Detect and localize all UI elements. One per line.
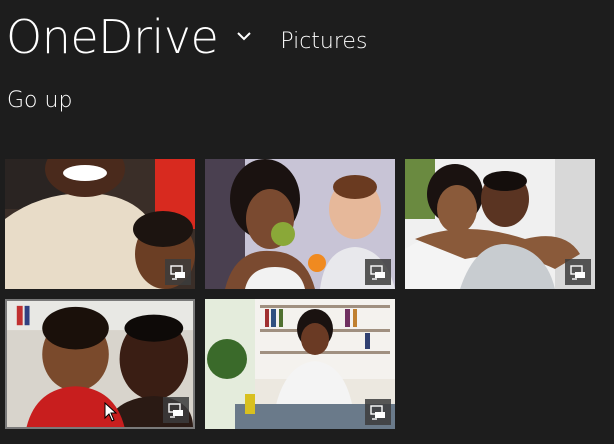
go-up-link[interactable]: Go up (7, 88, 72, 113)
chevron-down-icon[interactable] (236, 28, 252, 44)
cloud-offline-icon (370, 265, 385, 280)
cloud-offline-badge (165, 259, 191, 285)
photo-tile[interactable] (405, 159, 595, 289)
breadcrumb[interactable]: Pictures (280, 29, 367, 54)
cloud-offline-icon (370, 405, 385, 420)
photo-tile[interactable] (5, 159, 195, 289)
photo-tile[interactable] (205, 299, 395, 429)
photo-tile[interactable] (205, 159, 395, 289)
cloud-offline-badge (365, 259, 391, 285)
cloud-offline-badge (365, 399, 391, 425)
cloud-offline-icon (170, 265, 185, 280)
cloud-offline-icon (570, 265, 585, 280)
app-title: OneDrive (6, 10, 219, 64)
app-header: OneDrive Pictures (6, 4, 367, 60)
cloud-offline-badge (565, 259, 591, 285)
cloud-offline-icon (168, 403, 183, 418)
photo-tile[interactable] (5, 299, 195, 429)
photo-grid (5, 159, 597, 431)
cloud-offline-badge (163, 397, 189, 423)
